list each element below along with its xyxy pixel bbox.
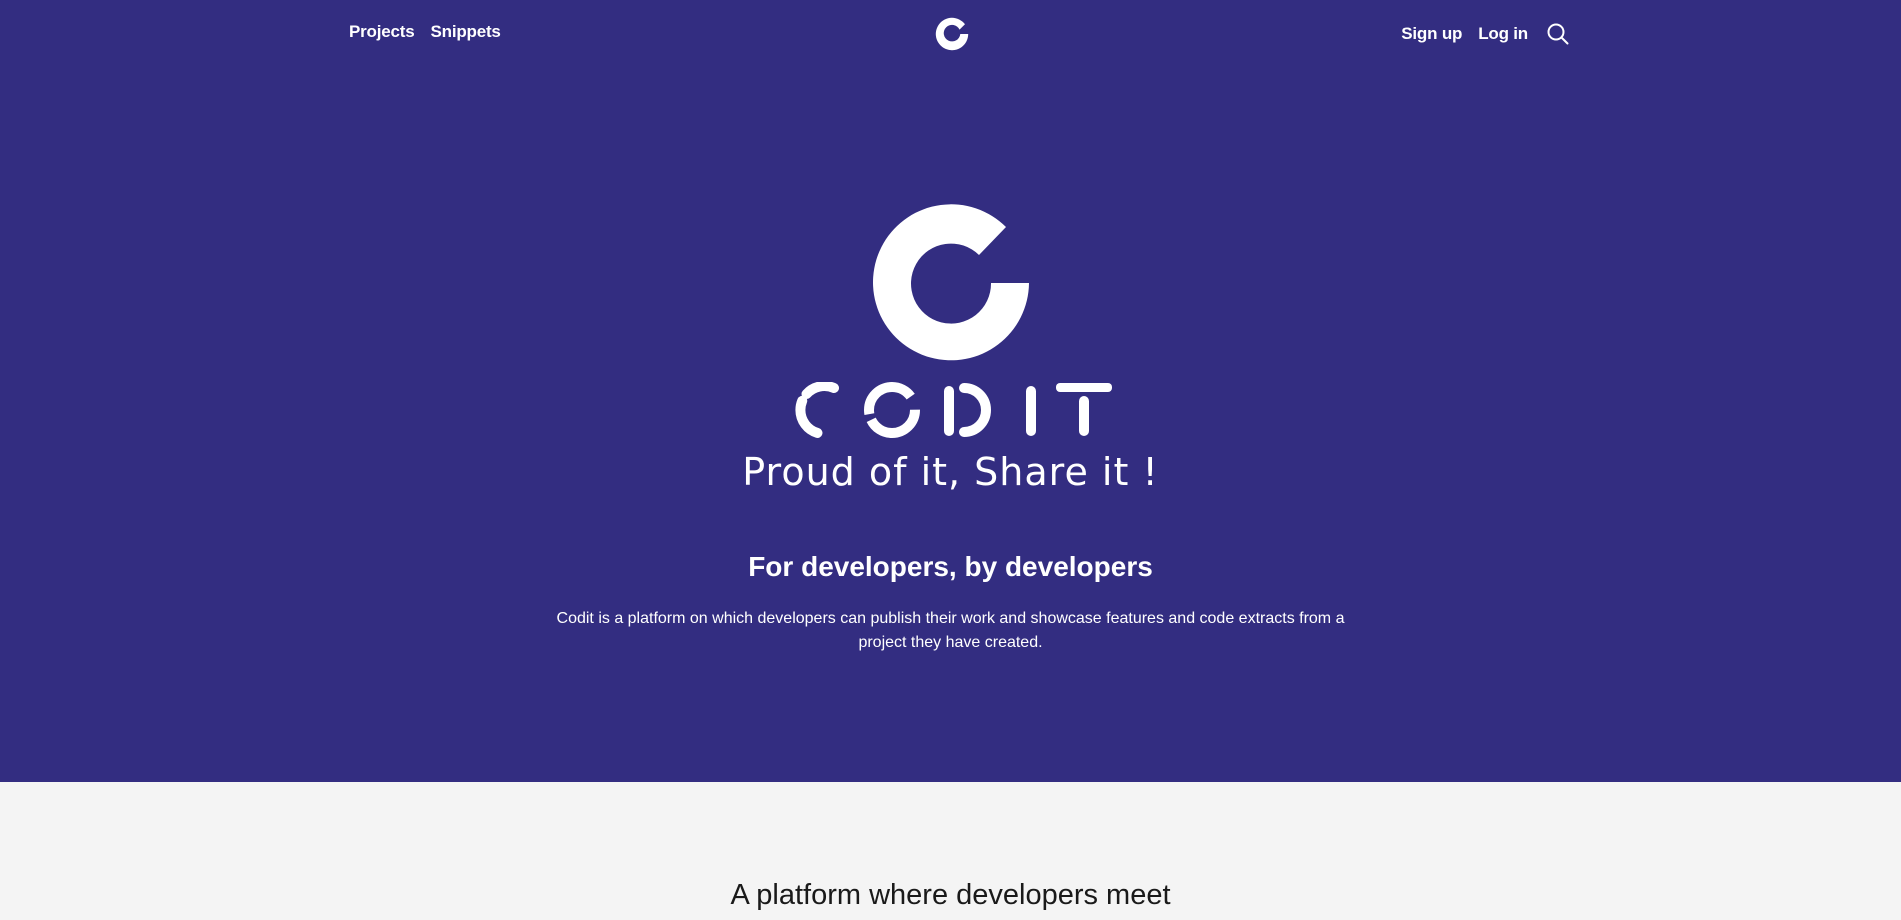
nav-right: Sign up Log in [1401, 22, 1570, 46]
search-icon[interactable] [1546, 22, 1570, 46]
hero-section: Projects Snippets Sign up Log in Proud o… [0, 0, 1901, 782]
codit-wordmark-logo [795, 382, 1112, 439]
nav-snippets-link[interactable]: Snippets [431, 22, 501, 42]
nav-signup-link[interactable]: Sign up [1401, 24, 1462, 44]
codit-hero-logo-icon [873, 204, 1029, 361]
hero-headline: For developers, by developers [748, 551, 1153, 582]
codit-logo-icon[interactable] [934, 16, 970, 52]
nav-projects-link[interactable]: Projects [349, 22, 415, 42]
hero-description: Codit is a platform on which developers … [556, 610, 1345, 651]
section-title: A platform where developers meet [730, 879, 1171, 911]
nav-left: Projects Snippets [349, 22, 501, 42]
hero-tagline: Proud of it, Share it ! [742, 450, 1159, 494]
features-section: A platform where developers meet [0, 782, 1901, 920]
nav-login-link[interactable]: Log in [1478, 24, 1528, 44]
